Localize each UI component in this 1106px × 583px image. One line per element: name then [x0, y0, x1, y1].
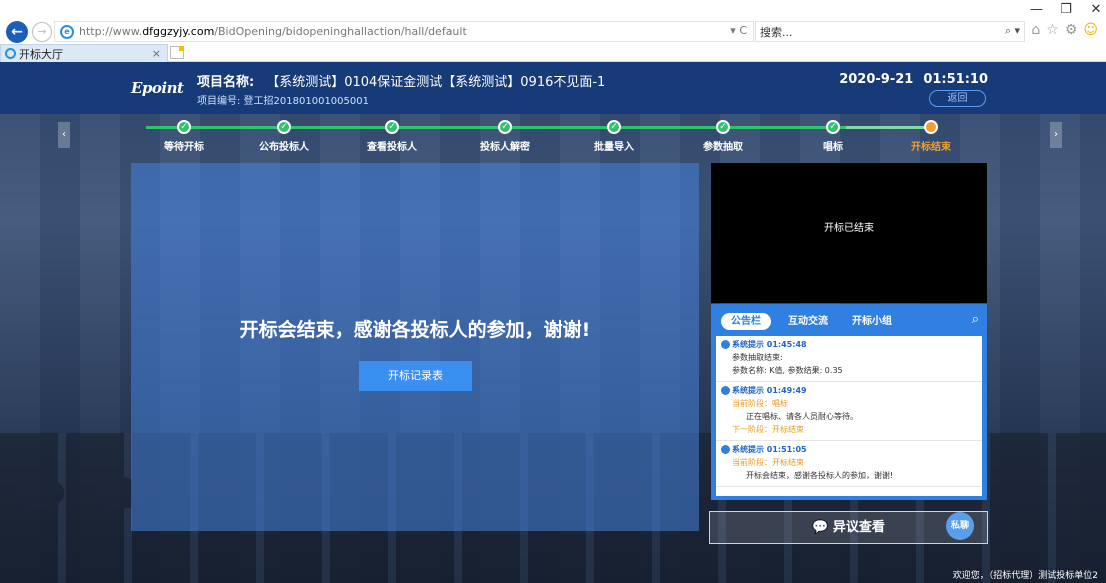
step-label: 等待开标	[164, 142, 204, 153]
project-name-value: 【系统测试】0104保证金测试【系统测试】0916不见面-1	[266, 75, 606, 90]
address-bar[interactable]: e http://www. dfggzyjy.com/BidOpening/bid…	[54, 21, 754, 42]
minimize-icon[interactable]: —	[1030, 2, 1043, 17]
next-stage: 下一阶段：开标结束	[732, 425, 804, 434]
check-icon	[716, 120, 730, 134]
step-decrypt[interactable]: 投标人解密	[465, 120, 545, 153]
ie-tab-icon	[5, 48, 16, 59]
clock-date: 2020-9-21	[839, 72, 914, 87]
home-icon[interactable]: ⌂	[1031, 22, 1040, 38]
tab-strip: 开标大厅 ×	[0, 44, 1106, 62]
message-body: 正在唱标、请各人员耐心等待。	[746, 412, 858, 421]
closing-message: 开标会结束，感谢各投标人的参加，谢谢!	[239, 319, 591, 341]
message-header: 系统提示 01:49:49	[732, 386, 807, 395]
chevron-left-icon[interactable]: ‹	[58, 122, 70, 148]
check-icon	[498, 120, 512, 134]
favorites-star-icon[interactable]: ☆	[1046, 22, 1059, 38]
current-stage: 当前阶段：开标结束	[732, 458, 804, 467]
step-opening-end[interactable]: 开标结束	[891, 120, 971, 153]
search-placeholder: 搜索...	[760, 25, 793, 39]
restore-icon[interactable]: ❐	[1060, 2, 1072, 17]
check-icon	[607, 120, 621, 134]
message-header: 系统提示 01:45:48	[732, 340, 807, 349]
step-label: 查看投标人	[367, 142, 417, 153]
page-header: Epoint 项目名称: 【系统测试】0104保证金测试【系统测试】0916不见面…	[0, 62, 1106, 114]
back-arrow-icon[interactable]: ←	[6, 21, 28, 43]
step-sing-bid[interactable]: 唱标	[793, 120, 873, 153]
bid-hall-page: Epoint 项目名称: 【系统测试】0104保证金测试【系统测试】0916不见面…	[0, 62, 1106, 583]
check-icon	[177, 120, 191, 134]
clock-time: 01:51:10	[923, 72, 988, 87]
forward-arrow-icon[interactable]: →	[32, 22, 52, 42]
objection-view-button[interactable]: 💬 异议查看	[709, 511, 988, 544]
message-line: 参数抽取结束:	[732, 353, 783, 362]
step-waiting[interactable]: 等待开标	[144, 120, 224, 153]
step-label: 参数抽取	[703, 142, 743, 153]
current-step-icon	[924, 120, 938, 134]
tab-bulletin[interactable]: 公告栏	[721, 313, 771, 330]
message-header: 系统提示 01:51:05	[732, 445, 807, 454]
search-icon[interactable]: ⌕	[972, 312, 979, 327]
tab-interaction[interactable]: 互动交流	[788, 313, 828, 330]
settings-gear-icon[interactable]: ⚙	[1065, 22, 1078, 38]
toolbar-icons: ⌂ ☆ ⚙ ☺	[1031, 22, 1098, 38]
server-clock: 2020-9-21 01:51:10	[839, 72, 988, 87]
epoint-logo: Epoint	[131, 79, 184, 97]
avatar	[721, 340, 730, 349]
tab-opening-group[interactable]: 开标小组	[852, 313, 892, 330]
tab-close-icon[interactable]: ×	[152, 47, 161, 60]
step-label: 唱标	[823, 142, 843, 153]
notice-panel: 公告栏 互动交流 开标小组 ⌕ 系统提示 01:45:48 参数抽取结束: 参数…	[711, 304, 987, 500]
avatar	[721, 386, 730, 395]
browser-chrome: — ❐ ✕ ← → e http://www. dfggzyjy.com/BidO…	[0, 0, 1106, 62]
step-label: 公布投标人	[259, 142, 309, 153]
main-stage-panel: 开标会结束，感谢各投标人的参加，谢谢! 开标记录表	[131, 163, 699, 531]
list-item: 系统提示 01:51:05 当前阶段：开标结束 开标会结束，感谢各投标人的参加，…	[716, 441, 982, 487]
check-icon	[385, 120, 399, 134]
step-label: 批量导入	[594, 142, 634, 153]
return-button[interactable]: 返回	[929, 90, 986, 107]
tab-title: 开标大厅	[19, 47, 63, 61]
objection-label: 异议查看	[832, 520, 885, 535]
chevron-right-icon[interactable]: ›	[1050, 122, 1062, 148]
project-name-label: 项目名称:	[197, 75, 255, 90]
ie-icon: e	[60, 24, 74, 39]
chat-bubble-icon: 💬	[812, 520, 829, 535]
project-name: 项目名称: 【系统测试】0104保证金测试【系统测试】0916不见面-1	[197, 71, 605, 90]
feedback-smiley-icon[interactable]: ☺	[1083, 22, 1098, 38]
message-list[interactable]: 系统提示 01:45:48 参数抽取结束: 参数名称: K值, 参数结果: 0.…	[716, 336, 982, 496]
list-item: 系统提示 01:45:48 参数抽取结束: 参数名称: K值, 参数结果: 0.…	[716, 336, 982, 382]
step-parameter-draw[interactable]: 参数抽取	[683, 120, 763, 153]
opening-progress: ‹ › 等待开标 公布投标人 查看投标人 投标人解密 批量导入 参数抽取	[0, 114, 1106, 159]
avatar	[721, 445, 730, 454]
url-host: dfggzyjy.com	[142, 25, 215, 38]
project-number: 项目编号: 登工招201801001005001	[197, 96, 369, 107]
new-tab-icon[interactable]	[170, 46, 184, 59]
window-controls: — ❐ ✕	[1030, 2, 1102, 17]
video-player[interactable]: 开标已结束	[711, 163, 987, 303]
check-icon	[826, 120, 840, 134]
url-path: /BidOpening/bidopeninghallaction/hall/de…	[214, 25, 467, 38]
list-item: 系统提示 01:49:49 当前阶段：唱标 正在唱标、请各人员耐心等待。 下一阶…	[716, 382, 982, 441]
message-body: 开标会结束，感谢各投标人的参加，谢谢!	[746, 471, 894, 480]
notice-tabs: 公告栏 互动交流 开标小组 ⌕	[711, 304, 987, 336]
step-view-bidders[interactable]: 查看投标人	[352, 120, 432, 153]
welcome-text: 欢迎您，（招标代理）测试投标单位2	[952, 571, 1098, 581]
message-line: 参数名称: K值, 参数结果: 0.35	[732, 366, 843, 375]
refresh-icon[interactable]: ▾ C	[730, 24, 747, 37]
url-prefix: http://www.	[79, 25, 143, 38]
check-icon	[277, 120, 291, 134]
step-batch-import[interactable]: 批量导入	[574, 120, 654, 153]
tab-bid-hall[interactable]: 开标大厅 ×	[0, 44, 168, 62]
step-label: 投标人解密	[480, 142, 530, 153]
close-icon[interactable]: ✕	[1090, 2, 1102, 17]
step-publish-bidders[interactable]: 公布投标人	[244, 120, 324, 153]
opening-record-button[interactable]: 开标记录表	[359, 361, 472, 391]
step-label: 开标结束	[911, 142, 951, 153]
browser-search-input[interactable]: 搜索... ⌕ ▾	[755, 21, 1025, 42]
search-icon[interactable]: ⌕ ▾	[1005, 24, 1020, 38]
current-stage: 当前阶段：唱标	[732, 399, 788, 408]
